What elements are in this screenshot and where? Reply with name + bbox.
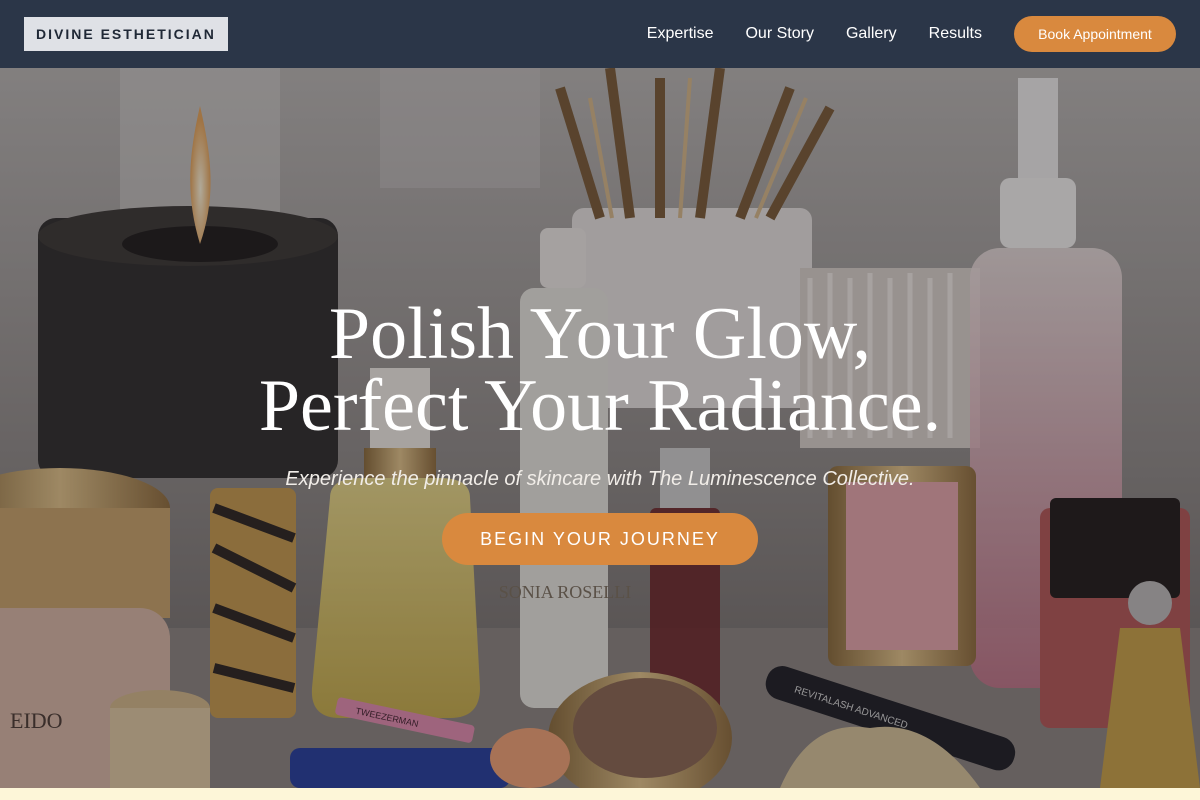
headline-line-1: Polish Your Glow, [328, 293, 872, 375]
top-nav: DIVINE ESTHETICIAN Expertise Our Story G… [0, 0, 1200, 68]
site-logo[interactable]: DIVINE ESTHETICIAN [24, 17, 228, 51]
nav-link-expertise[interactable]: Expertise [647, 25, 714, 43]
page-bottom-edge [0, 788, 1200, 800]
nav-link-results[interactable]: Results [929, 25, 982, 43]
hero-headline: Polish Your Glow, Perfect Your Radiance. [0, 293, 1200, 447]
headline-line-2: Perfect Your Radiance. [258, 365, 942, 447]
hero-content: Polish Your Glow, Perfect Your Radiance.… [0, 293, 1200, 565]
nav-link-our-story[interactable]: Our Story [745, 25, 813, 43]
nav-links: Expertise Our Story Gallery Results Book… [647, 16, 1176, 52]
nav-link-gallery[interactable]: Gallery [846, 25, 897, 43]
book-appointment-button[interactable]: Book Appointment [1014, 16, 1176, 52]
hero-subheading: Experience the pinnacle of skincare with… [285, 468, 915, 490]
begin-journey-button[interactable]: BEGIN YOUR JOURNEY [442, 513, 758, 565]
hero-section: SONIA ROSELLI EIDO REVITALASH ADVANCED T… [0, 68, 1200, 788]
